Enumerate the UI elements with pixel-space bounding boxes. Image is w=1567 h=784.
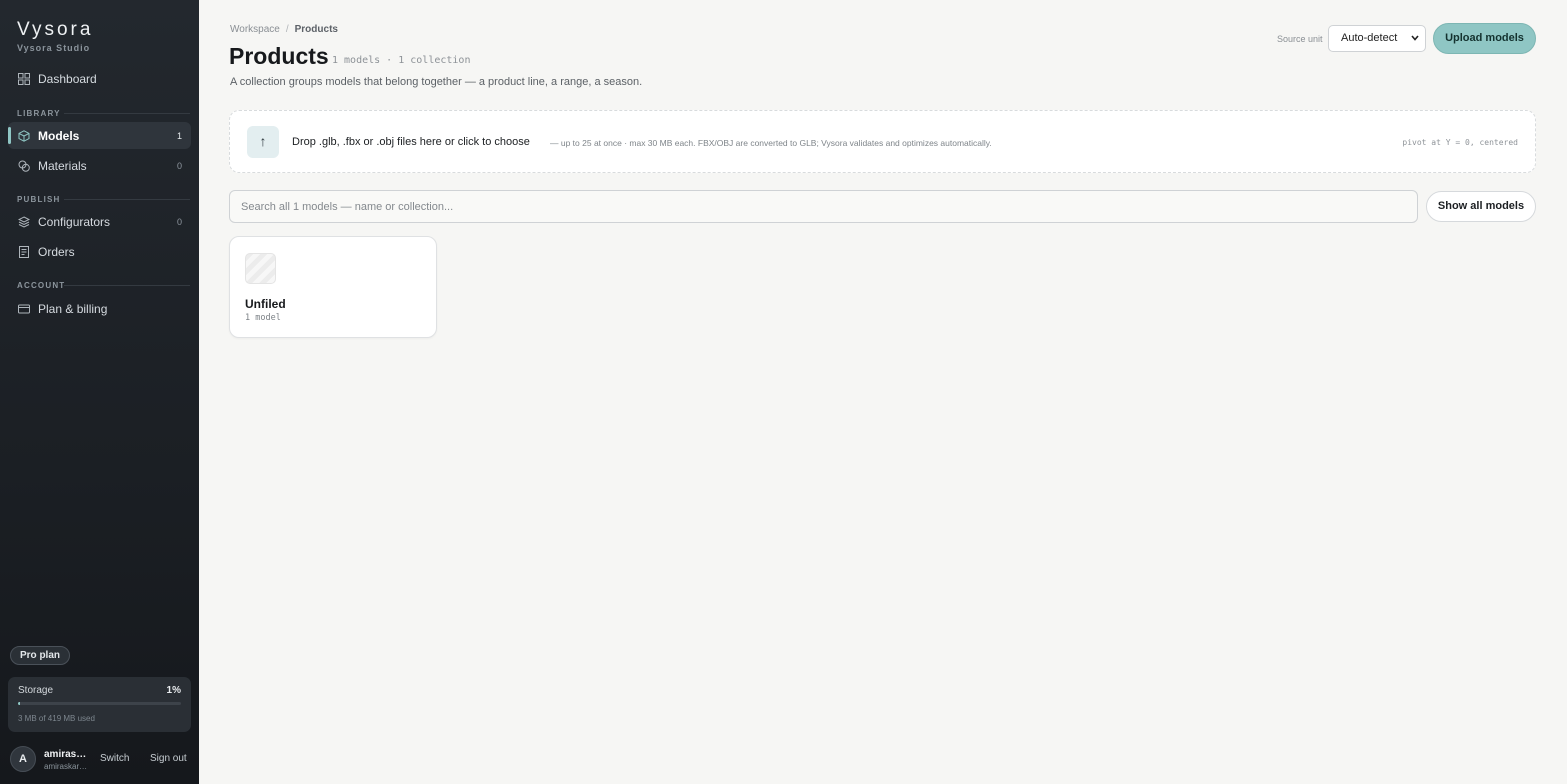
brand-logo[interactable]: Vysora	[17, 19, 93, 41]
receipt-icon	[19, 245, 29, 258]
dropzone-instruction: Drop .glb, .fbx or .obj files here or cl…	[292, 136, 530, 148]
plan-badge[interactable]: Pro plan	[10, 646, 71, 665]
storage-bar	[18, 702, 181, 705]
card-icon	[18, 304, 30, 313]
storage-bar-fill	[18, 702, 20, 705]
sidebar-item-materials[interactable]: Materials 0	[8, 152, 191, 179]
sidebar-item-label: Dashboard	[38, 71, 97, 86]
source-unit-label: Source unit	[1277, 34, 1323, 44]
sidebar-item-plan-billing[interactable]: Plan & billing	[8, 295, 191, 322]
file-dropzone[interactable]: ↑ Drop .glb, .fbx or .obj files here or …	[229, 110, 1536, 173]
switch-account-button[interactable]: Switch	[100, 753, 129, 764]
sidebar-item-label: Orders	[38, 244, 75, 259]
page-title: Products	[229, 43, 329, 69]
collection-title: Unfiled	[245, 297, 286, 311]
user-profile: A amiraskarova amiraskarova@ Switch Sign…	[10, 746, 191, 774]
storage-percent: 1%	[166, 685, 181, 696]
section-publish: PUBLISH	[17, 195, 61, 204]
sidebar-item-label: Plan & billing	[38, 301, 108, 316]
collection-model-count: 1 model	[245, 313, 281, 323]
sidebar-item-orders[interactable]: Orders	[8, 238, 191, 265]
sidebar-item-count: 0	[176, 160, 182, 171]
sidebar: Vysora Vysora Studio Dashboard LIBRARY M…	[0, 0, 199, 784]
show-all-models-button[interactable]: Show all models	[1426, 191, 1536, 222]
sign-out-button[interactable]: Sign out	[150, 753, 187, 764]
user-name: amiraskarova	[44, 749, 90, 760]
storage-used-text: 3 MB of 419 MB used	[18, 714, 95, 723]
brand-subtitle: Vysora Studio	[17, 43, 91, 53]
section-account: ACCOUNT	[17, 281, 66, 290]
breadcrumb: Workspace / Products	[230, 24, 338, 35]
breadcrumb-current: Products	[294, 24, 338, 35]
sidebar-item-count: 1	[176, 130, 182, 141]
storage-panel: Storage 1% 3 MB of 419 MB used	[8, 677, 191, 732]
breadcrumb-workspace[interactable]: Workspace	[230, 24, 280, 35]
upload-arrow-icon: ↑	[247, 126, 279, 158]
breadcrumb-separator: /	[285, 24, 289, 35]
dropzone-pivot-note: pivot at Y = 0, centered	[1402, 138, 1518, 147]
section-library: LIBRARY	[17, 109, 61, 118]
source-unit-value: Auto-detect	[1341, 32, 1398, 44]
grid-icon	[18, 72, 30, 85]
sidebar-item-dashboard[interactable]: Dashboard	[8, 65, 191, 92]
sidebar-item-configurators[interactable]: Configurators 0	[8, 208, 191, 235]
user-email: amiraskarova@	[44, 762, 90, 771]
upload-models-button[interactable]: Upload models	[1433, 23, 1536, 54]
page-meta: 1 models · 1 collection	[332, 55, 471, 66]
cube-icon	[18, 129, 30, 142]
page-description: A collection groups models that belong t…	[230, 76, 643, 88]
sidebar-item-label: Models	[38, 128, 80, 143]
sidebar-item-label: Materials	[38, 158, 87, 173]
chevron-down-icon	[1411, 35, 1419, 41]
materials-icon	[18, 160, 30, 172]
search-input[interactable]	[229, 190, 1418, 223]
avatar[interactable]: A	[10, 746, 36, 772]
section-divider	[64, 199, 190, 200]
dropzone-limits: — up to 25 at once · max 30 MB each. FBX…	[550, 138, 992, 148]
storage-label: Storage	[18, 685, 54, 696]
collection-thumbnail	[245, 253, 276, 284]
sidebar-item-count: 0	[176, 216, 182, 227]
sidebar-item-label: Configurators	[38, 214, 111, 229]
section-divider	[64, 285, 190, 286]
section-divider	[64, 113, 190, 114]
collection-card[interactable]: Unfiled 1 model	[229, 236, 437, 338]
sidebar-item-models[interactable]: Models 1	[8, 122, 191, 149]
layers-icon	[18, 215, 30, 228]
source-unit-select[interactable]: Auto-detect	[1328, 25, 1426, 52]
